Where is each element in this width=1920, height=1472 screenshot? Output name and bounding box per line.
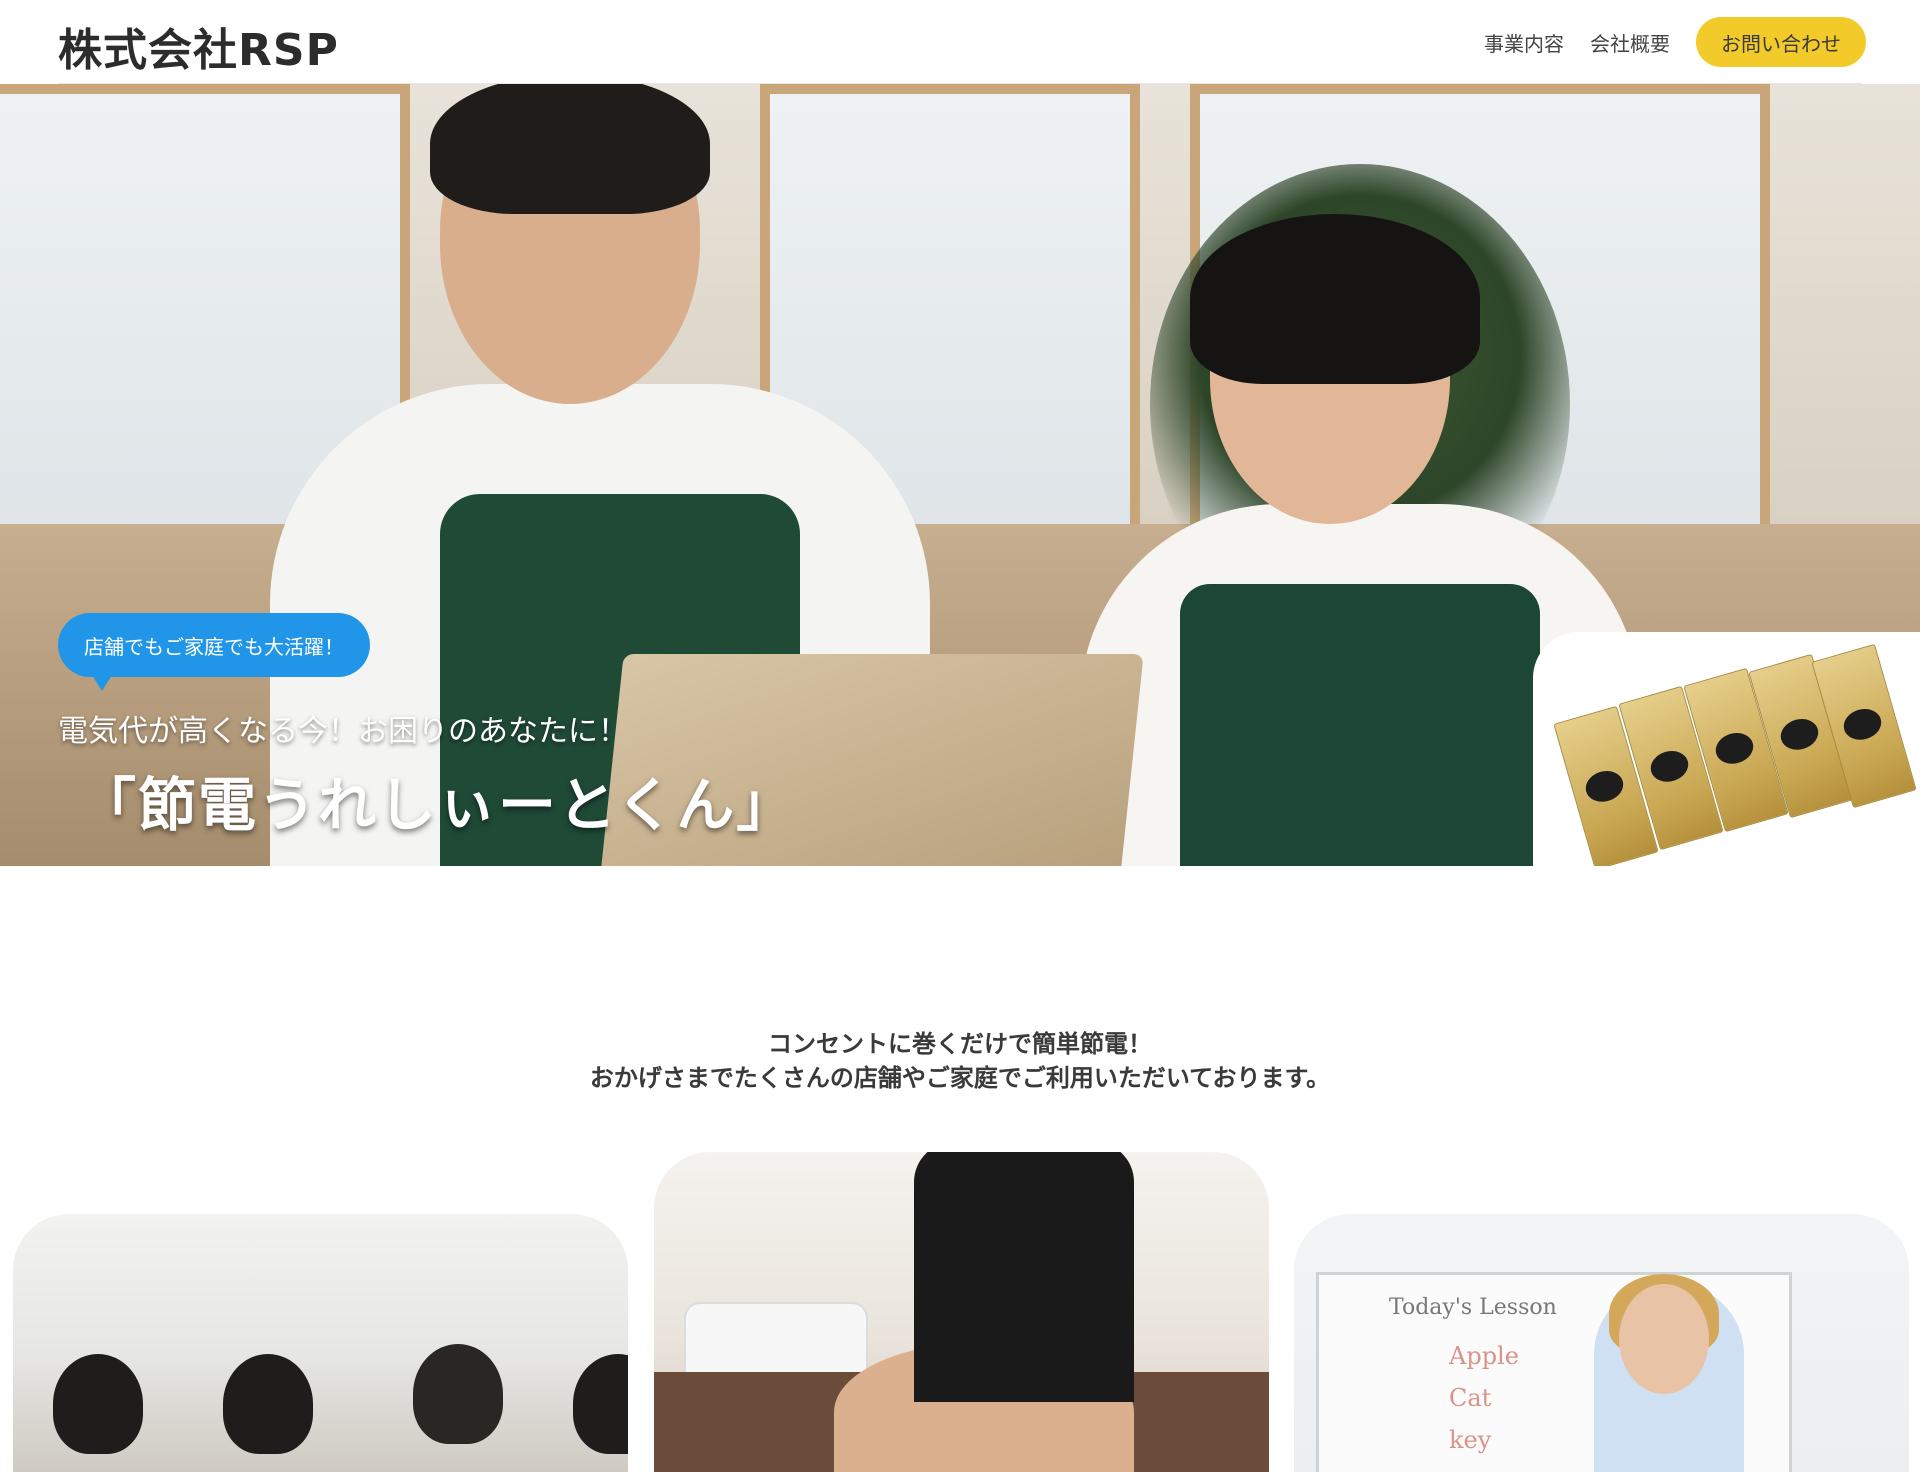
hero-subtitle: 電気代が高くなる今！お困りのあなたに！	[58, 714, 628, 749]
whiteboard-word: Apple	[1449, 1342, 1519, 1370]
hero-title: 「節電うれしぃーとくん」	[78, 771, 797, 839]
salon-therapist	[914, 1152, 1134, 1402]
site-header: 株式会社RSP 事業内容 会社概要 お問い合わせ	[0, 0, 1920, 84]
whiteboard-words: Apple Cat key	[1449, 1335, 1519, 1461]
photo-card-salon	[654, 1152, 1269, 1472]
hero-man-hair	[430, 84, 710, 214]
nav-link-company[interactable]: 会社概要	[1590, 28, 1670, 57]
hero-woman-apron	[1180, 584, 1540, 866]
contact-button[interactable]: お問い合わせ	[1696, 17, 1866, 67]
whiteboard-word: Cat	[1449, 1384, 1492, 1412]
person-head	[413, 1344, 503, 1444]
whiteboard-title: Today's Lesson	[1389, 1295, 1557, 1320]
main-nav: 事業内容 会社概要 お問い合わせ	[1484, 17, 1866, 67]
person-head	[53, 1354, 143, 1454]
person-head	[573, 1354, 628, 1454]
site-logo[interactable]: 株式会社RSP	[58, 14, 339, 78]
nav-link-business[interactable]: 事業内容	[1484, 28, 1564, 57]
photo-card-classroom	[13, 1214, 628, 1472]
whiteboard-word: key	[1449, 1426, 1492, 1454]
product-image-card	[1533, 632, 1920, 866]
hero-woman-hair	[1190, 214, 1480, 384]
photo-card-lesson: Today's Lesson Apple Cat key	[1294, 1214, 1909, 1472]
intro-line-2: おかげさまでたくさんの店舗やご家庭でご利用いただいております。	[589, 1064, 1331, 1092]
teacher-head	[1619, 1284, 1709, 1394]
person-head	[223, 1354, 313, 1454]
intro-line-1: コンセントに巻くだけで簡単節電！	[768, 1030, 1152, 1058]
hero-speech-bubble: 店舗でもご家庭でも大活躍！	[58, 613, 370, 691]
